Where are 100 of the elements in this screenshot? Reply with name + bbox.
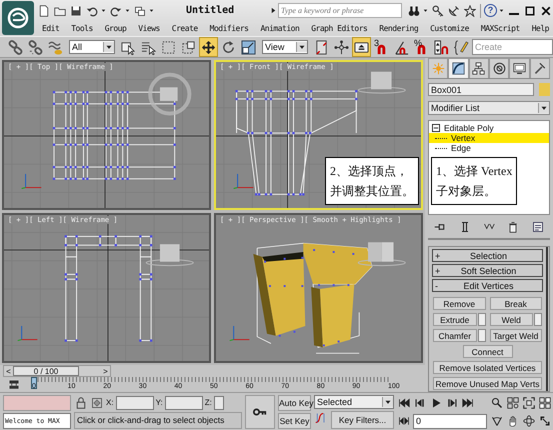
zoom-extents-all-button[interactable] xyxy=(538,396,552,410)
menu-item[interactable]: Edit xyxy=(42,24,60,33)
previous-frame-button[interactable]: < xyxy=(4,366,13,376)
command-button[interactable]: Weld xyxy=(490,313,533,326)
monitor-icon xyxy=(512,62,526,75)
menu-item[interactable]: Create xyxy=(172,24,198,33)
command-button[interactable]: Chamfer xyxy=(433,329,476,342)
prompt-text: Click or click-and-drag to select objects xyxy=(74,412,242,429)
collapse-box-icon[interactable] xyxy=(432,124,440,132)
auto-key-button[interactable]: Auto Key xyxy=(278,395,311,411)
motion-icon xyxy=(492,62,506,75)
axis-tripod-icon xyxy=(233,173,254,190)
set-key-button[interactable]: Set Key xyxy=(278,413,311,429)
app-logo-button[interactable] xyxy=(2,1,34,35)
stack-item[interactable]: Vertex xyxy=(429,133,549,143)
go-to-end-button[interactable] xyxy=(461,396,475,410)
key-icon xyxy=(432,4,444,16)
set-keys-button[interactable] xyxy=(245,395,275,429)
menu-item[interactable]: Graph Editors xyxy=(311,24,368,33)
maximize-viewport-button[interactable] xyxy=(538,414,552,428)
caret-icon xyxy=(103,42,114,52)
angle-snap-icon xyxy=(394,40,409,54)
menu-item[interactable]: Rendering xyxy=(379,24,418,33)
menu-item[interactable]: Help xyxy=(532,24,549,33)
magnet-button[interactable]: % xyxy=(412,37,431,57)
command-button[interactable]: Remove Isolated Vertices xyxy=(433,361,542,374)
orbit-button[interactable] xyxy=(522,414,536,428)
command-button[interactable]: Remove Unused Map Verts xyxy=(433,377,542,390)
menu-item[interactable]: Views xyxy=(138,24,160,33)
menu-item[interactable]: Modifiers xyxy=(210,24,248,33)
script-listener-field[interactable] xyxy=(3,395,71,411)
zoom-extents-button[interactable] xyxy=(522,396,536,410)
keyboard-shortcut-button[interactable] xyxy=(352,37,371,57)
settings-button[interactable] xyxy=(478,329,486,342)
panel-tab[interactable] xyxy=(468,58,489,78)
toolbar-dropdown[interactable]: View xyxy=(262,40,308,54)
track-bar-icon[interactable] xyxy=(8,378,20,390)
zoom-icon xyxy=(491,397,503,409)
key-mode-dropdown[interactable]: Selected xyxy=(314,395,394,409)
menu-item[interactable]: Group xyxy=(104,24,126,33)
open-folder-icon xyxy=(54,4,66,16)
select-by-name-icon xyxy=(141,40,156,54)
settings-button[interactable] xyxy=(534,313,542,326)
move-icon xyxy=(201,40,216,54)
rollout-header[interactable]: + Soft Selection xyxy=(432,264,543,277)
satellite-dish-icon xyxy=(448,4,460,16)
search-field[interactable]: Type a keyword or phrase xyxy=(278,3,402,18)
object-color-swatch[interactable] xyxy=(539,83,550,96)
current-frame-field[interactable]: 0 xyxy=(413,414,487,428)
named-selection-field[interactable]: Create xyxy=(472,39,553,55)
broken-chain-icon xyxy=(28,40,43,54)
object-name-field[interactable]: Box001 xyxy=(428,83,534,96)
command-button[interactable]: Remove xyxy=(433,297,486,310)
favorites-button[interactable] xyxy=(462,2,477,18)
coordinate-field[interactable] xyxy=(164,396,203,410)
panel-tab[interactable] xyxy=(488,58,510,78)
rollout-header[interactable]: + Selection xyxy=(432,249,543,262)
axis-label: Z: xyxy=(204,398,212,407)
new-file-icon xyxy=(38,4,50,16)
command-button[interactable]: Extrude xyxy=(433,313,476,326)
stack-item[interactable]: Edge xyxy=(429,143,549,153)
stack-item[interactable]: Editable Poly xyxy=(429,123,549,133)
axis-label: Y: xyxy=(156,398,163,407)
menu-item[interactable]: Animation xyxy=(260,24,300,33)
toolbar-dropdown[interactable]: All xyxy=(69,40,115,54)
modifier-list-dropdown[interactable]: Modifier List xyxy=(428,101,550,115)
panel-tab[interactable] xyxy=(448,58,469,78)
menu-item[interactable]: MAXScript xyxy=(480,24,520,33)
chain-link-button[interactable] xyxy=(6,37,25,57)
go-to-start-button[interactable] xyxy=(397,396,411,410)
next-frame-button[interactable]: > xyxy=(101,366,110,376)
selection-lock-button[interactable] xyxy=(74,396,88,410)
broken-chain-button[interactable] xyxy=(26,37,45,57)
key-filters-button[interactable]: Key Filters... xyxy=(331,411,394,429)
zoom-button[interactable] xyxy=(490,396,504,410)
coordinate-field[interactable] xyxy=(116,396,154,410)
caret-icon xyxy=(124,7,131,14)
help-button[interactable]: ? xyxy=(484,4,497,17)
field-of-view-button[interactable] xyxy=(490,414,504,428)
rollout-header[interactable]: - Edit Vertices xyxy=(432,279,543,292)
move-button[interactable] xyxy=(199,37,218,57)
menu-item[interactable]: Tools xyxy=(71,24,93,33)
magnet-button[interactable]: 3 xyxy=(372,37,391,57)
zoom-all-button[interactable] xyxy=(506,396,520,410)
command-button[interactable]: Break xyxy=(490,297,542,310)
command-button[interactable]: Target Weld xyxy=(490,329,542,342)
pivot-icon xyxy=(314,40,329,54)
frame-range-bar[interactable]: < 0 / 100 > xyxy=(3,365,111,377)
caret-icon xyxy=(538,103,549,113)
transform-mode-button[interactable] xyxy=(90,396,104,410)
panel-tab[interactable] xyxy=(509,58,530,78)
view-cube-icon xyxy=(358,72,406,94)
settings-button[interactable] xyxy=(478,313,486,326)
caret-icon xyxy=(148,7,155,14)
coordinate-field[interactable] xyxy=(214,396,224,410)
command-button[interactable]: Connect xyxy=(462,345,512,358)
menu-item[interactable]: Customize xyxy=(430,24,469,33)
key-button[interactable] xyxy=(430,2,445,18)
frame-counter[interactable]: 0 / 100 xyxy=(13,366,79,376)
dashed-rectangle-icon xyxy=(161,40,176,54)
